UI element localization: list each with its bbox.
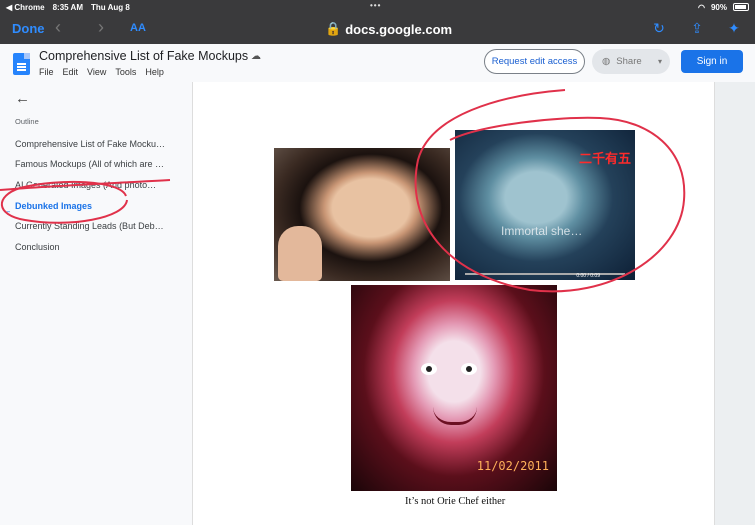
- url-text: docs.google.com: [345, 21, 453, 37]
- forward-chevron-icon[interactable]: ›: [98, 17, 104, 38]
- mouth-shape: [433, 407, 477, 425]
- multitasking-dots[interactable]: •••: [370, 1, 381, 10]
- wifi-icon: ◠: [698, 2, 705, 12]
- outline-item[interactable]: Conclusion: [15, 242, 175, 252]
- back-chevron-icon[interactable]: ‹: [55, 17, 61, 38]
- right-eye: [461, 363, 477, 375]
- document-canvas: 二千有五 Immortal she… 0:00 / 0:09 11/02/201…: [192, 82, 755, 525]
- sign-in-button[interactable]: Sign in: [681, 50, 743, 73]
- video-overlay-text: Immortal she…: [501, 224, 583, 238]
- request-edit-access-button[interactable]: Request edit access: [484, 49, 585, 74]
- peace-sign-photo[interactable]: [274, 148, 450, 281]
- outline-item[interactable]: Famous Mockups (All of which are …: [15, 159, 175, 169]
- video-timecode: 0:00 / 0:09: [576, 273, 600, 279]
- video-progress-bar: [465, 273, 625, 275]
- menu-edit[interactable]: Edit: [63, 67, 79, 77]
- battery-percent: 90%: [710, 2, 727, 12]
- left-eye: [421, 363, 437, 375]
- outline-item[interactable]: Comprehensive List of Fake Mocku…: [15, 139, 175, 149]
- battery-icon: [733, 3, 749, 11]
- hand-shape: [278, 226, 322, 281]
- menu-help[interactable]: Help: [145, 67, 164, 77]
- video-still-photo[interactable]: 二千有五 Immortal she… 0:00 / 0:09: [455, 130, 635, 280]
- status-time: 8:35 AM: [52, 2, 83, 12]
- back-to-app-link[interactable]: ◀ Chrome: [6, 3, 45, 12]
- outline-heading: Outline: [15, 117, 39, 126]
- reload-icon[interactable]: ↻: [650, 20, 668, 38]
- share-button[interactable]: ◍ Share ▾: [592, 49, 670, 74]
- outline-item-active[interactable]: Debunked Images: [15, 201, 175, 211]
- outline-item[interactable]: Currently Standing Leads (But Deb…: [15, 221, 175, 231]
- back-arrow-icon[interactable]: ←: [15, 90, 30, 107]
- address-bar[interactable]: 🔒 docs.google.com: [325, 21, 452, 37]
- lock-icon: 🔒: [325, 21, 342, 36]
- globe-icon: ◍: [602, 56, 611, 67]
- menu-tools[interactable]: Tools: [115, 67, 136, 77]
- distorted-face-photo[interactable]: 11/02/2011: [351, 285, 557, 491]
- document-title[interactable]: Comprehensive List of Fake Mockups: [39, 49, 248, 63]
- outline-sidebar: ← Outline Comprehensive List of Fake Moc…: [0, 82, 192, 525]
- video-watermark-text: 二千有五: [578, 151, 631, 166]
- menu-file[interactable]: File: [39, 67, 54, 77]
- chevron-down-icon[interactable]: ▾: [658, 57, 662, 66]
- share-label: Share: [616, 56, 642, 67]
- reader-aa-button[interactable]: AA: [130, 22, 146, 34]
- status-date: Thu Aug 8: [91, 2, 130, 12]
- ios-status-bar: ◀ Chrome 8:35 AM Thu Aug 8 ••• ◠ 90%: [0, 0, 755, 14]
- document-page: 二千有五 Immortal she… 0:00 / 0:09 11/02/201…: [192, 82, 715, 525]
- cloud-status-icon[interactable]: ☁: [251, 51, 261, 62]
- menu-bar: File Edit View Tools Help: [39, 67, 164, 77]
- image-caption: It’s not Orie Chef either: [405, 496, 506, 507]
- google-docs-logo-icon[interactable]: [13, 53, 30, 75]
- active-indicator: –: [5, 206, 11, 216]
- photo-date-stamp: 11/02/2011: [476, 459, 549, 473]
- docs-header: Comprehensive List of Fake Mockups ☁ Fil…: [0, 44, 755, 82]
- compass-icon[interactable]: ✦: [725, 20, 743, 38]
- browser-toolbar: Done ‹ › AA 🔒 docs.google.com ↻ ⇪ ✦: [0, 14, 755, 44]
- share-sheet-icon[interactable]: ⇪: [688, 20, 706, 38]
- outline-item[interactable]: AI Generated Images (And photo…: [15, 180, 175, 190]
- done-button[interactable]: Done: [12, 21, 45, 36]
- menu-view[interactable]: View: [87, 67, 106, 77]
